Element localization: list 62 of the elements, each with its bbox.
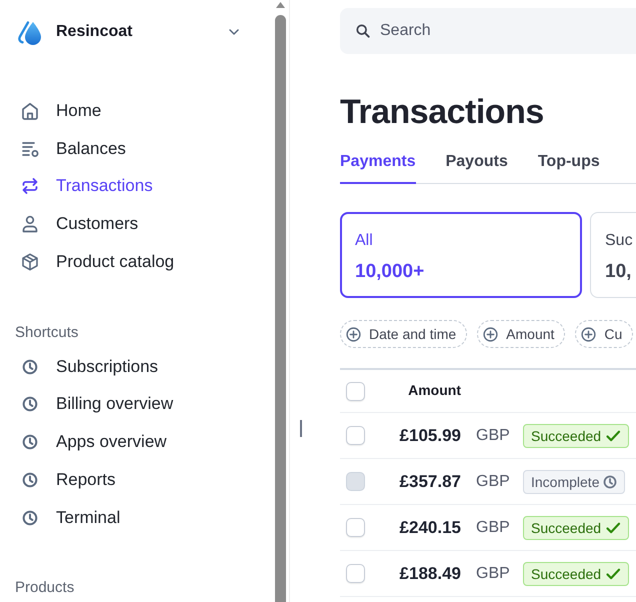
- shortcut-item[interactable]: Apps overview: [22, 423, 167, 461]
- status-filter-card[interactable]: Suc 10,: [590, 212, 636, 298]
- status-filter-card[interactable]: All 10,000+: [340, 212, 582, 298]
- column-header[interactable]: Amount: [408, 382, 461, 398]
- status-label: Succeeded: [531, 566, 602, 582]
- clock-icon: [22, 434, 38, 450]
- filter-chip[interactable]: Amount: [477, 320, 566, 348]
- checkbox[interactable]: [346, 564, 365, 583]
- section-heading: Products: [15, 578, 74, 598]
- person-icon: [20, 214, 40, 234]
- checkbox[interactable]: [346, 382, 365, 400]
- scrollbar-thumb[interactable]: [275, 15, 286, 602]
- amount-cell: £357.87: [400, 472, 461, 490]
- checkbox[interactable]: [346, 426, 365, 445]
- amount-cell: £105.99: [400, 426, 461, 444]
- amount-cell: £240.15: [400, 518, 461, 536]
- shortcut-item[interactable]: Billing overview: [22, 386, 174, 424]
- caret-up-icon[interactable]: [276, 2, 285, 8]
- currency-cell: GBP: [476, 472, 510, 490]
- clock-icon: [22, 510, 38, 526]
- resize-handle[interactable]: [300, 420, 302, 437]
- nav-item[interactable]: Customers: [20, 205, 138, 243]
- tab[interactable]: Payments: [340, 152, 416, 184]
- check-icon: [605, 566, 622, 582]
- droplet-logo-icon: [17, 19, 43, 45]
- home-icon: [20, 100, 40, 121]
- nav-item[interactable]: Home: [20, 92, 102, 130]
- search-icon: [356, 24, 370, 38]
- clock-icon: [603, 474, 618, 488]
- section-heading: Shortcuts: [15, 322, 78, 343]
- tab[interactable]: Payouts: [446, 152, 508, 184]
- checkbox[interactable]: [346, 518, 365, 537]
- shortcut-item[interactable]: Terminal: [22, 498, 120, 536]
- status-label: Succeeded: [531, 520, 602, 536]
- search-field[interactable]: Search: [340, 8, 636, 54]
- clock-icon: [22, 472, 38, 488]
- plus-circle-icon: [483, 326, 498, 342]
- amount-cell: £188.49: [400, 564, 461, 582]
- status-label: Succeeded: [531, 428, 602, 444]
- currency-cell: GBP: [476, 518, 510, 536]
- nav-item[interactable]: Balances: [20, 130, 126, 168]
- filter-chip[interactable]: Date and time: [340, 320, 468, 348]
- filter-chip[interactable]: Cu: [575, 320, 634, 348]
- check-icon: [605, 520, 622, 536]
- account-name: Resincoat: [56, 23, 132, 41]
- clock-icon: [22, 396, 38, 412]
- shortcut-item[interactable]: Reports: [22, 461, 116, 499]
- swap-arrows-icon: [20, 176, 40, 196]
- currency-cell: GBP: [476, 426, 510, 444]
- plus-circle-icon: [581, 326, 596, 342]
- clock-icon: [22, 358, 38, 375]
- currency-cell: GBP: [476, 564, 510, 582]
- page-title: Transactions: [340, 92, 544, 132]
- check-icon: [605, 428, 622, 444]
- plus-circle-icon: [346, 326, 361, 342]
- chevron-down-icon[interactable]: [229, 29, 239, 35]
- nav-item[interactable]: Transactions: [20, 167, 153, 206]
- status-label: Incomplete: [531, 474, 600, 490]
- nav-item[interactable]: Product catalog: [20, 242, 174, 280]
- shortcut-item[interactable]: Subscriptions: [22, 348, 158, 386]
- tab[interactable]: Top-ups: [538, 152, 600, 184]
- cube-icon: [20, 252, 40, 272]
